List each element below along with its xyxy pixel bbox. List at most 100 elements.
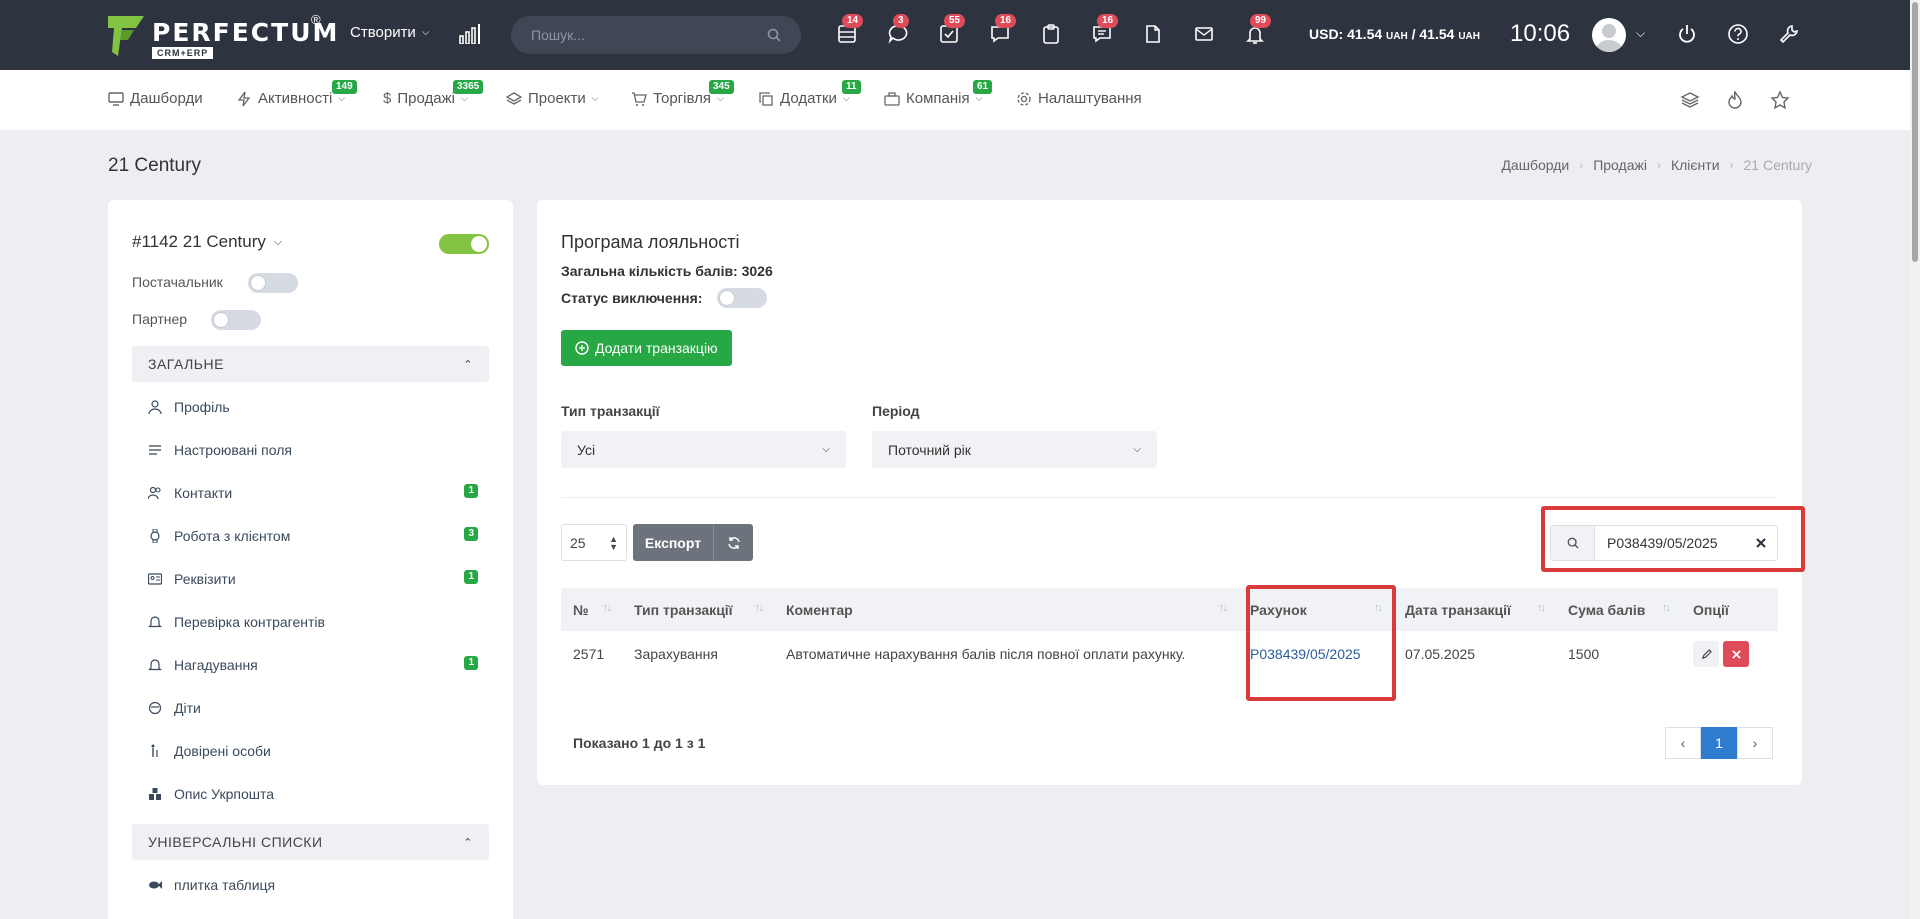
scrollbar-thumb[interactable] [1912,2,1918,262]
fire-icon[interactable] [1725,90,1745,110]
help-icon[interactable] [1726,22,1750,46]
sidebar-item-tile-table[interactable]: плитка таблиця [148,874,478,896]
currency-usd-value: USD: 41.54 [1309,26,1383,42]
page-button[interactable]: 1 [1701,727,1737,759]
add-transaction-button[interactable]: Додати транзакцію [561,330,732,366]
client-title[interactable]: #1142 21 Century ⌵ [132,232,282,252]
next-page-button[interactable]: › [1737,727,1773,759]
page-scrollbar[interactable] [1910,0,1920,919]
wrench-icon[interactable] [1777,22,1801,46]
section-universal-lists[interactable]: УНІВЕРСАЛЬНІ СПИСКИ ⌃ [132,824,489,860]
chevron-down-icon: ⌵ [273,235,283,248]
sidebar-item-counterparty-check[interactable]: Перевірка контрагентів [148,611,478,633]
menu-badge: 3 [464,527,478,541]
chevron-down-icon: ⌵ [716,93,724,103]
chevron-down-icon[interactable]: ⌵ [1636,26,1645,41]
sidebar-item-client-work[interactable]: Робота з клієнтом 3 [148,525,478,547]
nav-item-dashboards[interactable]: Дашборди [108,90,203,107]
sidebar-item-profile[interactable]: Профіль [148,396,478,418]
sidebar-item-trusted-persons[interactable]: Довірені особи [148,740,478,762]
col-date[interactable]: Дата транзакції ↑↓ [1393,588,1556,631]
sidebar-item-ukrposhta[interactable]: Опис Укрпошта [148,783,478,805]
breadcrumb-current: 21 Century [1743,157,1812,173]
table-search-input[interactable]: P038439/05/2025 [1595,526,1745,560]
mail-icon[interactable] [1192,22,1216,46]
col-invoice[interactable]: Рахунок ↑↓ [1238,588,1393,631]
chevron-down-icon: ⌵ [1133,444,1141,455]
sidebar-item-label: Нагадування [174,657,258,673]
messages-icon[interactable]: 16 [1090,14,1119,46]
period-select[interactable]: Поточний рік ⌵ [872,431,1157,468]
cell-date: 07.05.2025 [1405,646,1476,662]
exclusion-status-toggle[interactable] [717,288,767,308]
sidebar-item-requisites[interactable]: Реквізити 1 [148,568,478,590]
briefcase-icon [884,91,900,106]
currency-sell-value: / 41.54 [1411,26,1455,42]
period-value: Поточний рік [888,441,971,458]
close-icon[interactable] [1745,526,1777,560]
col-sum[interactable]: Сума балів ↑↓ [1556,588,1681,631]
nav-item-sales[interactable]: $ Продажі ⌵ 3365 [383,80,484,107]
create-dropdown-button[interactable]: Створити ⌵ [350,24,429,41]
nav-item-projects[interactable]: Проекти ⌵ [506,90,599,107]
nav-badge: 11 [842,80,861,94]
chevron-left-icon: ‹ [1680,735,1686,751]
per-page-select[interactable]: 25 ▲ ▼ [561,524,627,561]
col-type[interactable]: Тип транзакції ↑↓ [622,588,774,631]
chat-icon[interactable]: 3 [886,14,910,46]
delete-button[interactable] [1723,641,1749,667]
transaction-type-select[interactable]: Усі ⌵ [561,431,846,468]
lightning-icon [237,91,251,106]
section-general[interactable]: ЗАГАЛЬНЕ ⌃ [132,346,489,382]
nav-badge: 149 [332,80,357,94]
breadcrumb-dashboards[interactable]: Дашборди [1501,157,1569,173]
export-button[interactable]: Експорт [633,524,713,561]
transactions-table: № ↑↓ Тип транзакції ↑↓ Коментар ↑↓ Рахунок ↑… [561,588,1778,677]
sidebar-item-reminders[interactable]: Нагадування 1 [148,654,478,676]
currency-unit-1: UAH [1386,31,1408,42]
document-icon[interactable] [1141,22,1165,46]
invoice-link[interactable]: P038439/05/2025 [1250,646,1361,662]
add-transaction-label: Додати транзакцію [595,340,718,356]
partner-toggle[interactable] [211,310,261,330]
copy-icon [759,91,773,106]
sidebar-item-children[interactable]: Діти [148,697,478,719]
search-icon [1551,526,1595,560]
col-comment[interactable]: Коментар ↑↓ [774,588,1238,631]
checkbox-icon[interactable]: 55 [937,14,966,46]
nav-item-company[interactable]: Компанія ⌵ 61 [884,80,993,107]
sidebar-item-contacts[interactable]: Контакти 1 [148,482,478,504]
nav-item-trade[interactable]: Торгівля ⌵ 345 [631,80,734,107]
prev-page-button[interactable]: ‹ [1665,727,1701,759]
col-number[interactable]: № ↑↓ [561,588,622,631]
breadcrumb-sales[interactable]: Продажі [1593,157,1647,173]
layers-icon[interactable] [1680,90,1700,110]
tasks-list-icon[interactable]: 14 [835,14,864,46]
cart-icon [632,91,647,106]
breadcrumb-clients[interactable]: Клієнти [1671,157,1720,173]
power-icon[interactable] [1675,22,1699,46]
search-icon[interactable] [767,28,781,42]
chevron-down-icon: ⌵ [842,93,850,103]
table-search[interactable]: P038439/05/2025 [1550,525,1778,561]
global-search-input[interactable] [531,27,767,43]
nav-item-addons[interactable]: Додатки ⌵ 11 [758,80,861,107]
supplier-toggle[interactable] [248,273,298,293]
client-active-toggle[interactable] [439,234,489,254]
bar-chart-icon[interactable] [459,24,481,44]
bell-icon[interactable]: 99 [1243,14,1272,46]
comments-icon[interactable]: 16 [988,14,1017,46]
nav-item-settings[interactable]: Налаштування [1016,90,1142,107]
nav-item-activities[interactable]: Активності ⌵ 149 [236,80,357,107]
dollar-icon: $ [383,90,392,107]
avatar[interactable] [1592,18,1626,52]
chevron-down-icon: ⌵ [822,444,830,455]
nav-label: Торгівля [653,90,711,107]
star-icon[interactable] [1770,90,1790,110]
perfectum-logo[interactable]: PERFECTUM ® CRM+ERP [108,12,337,60]
sidebar-item-custom-fields[interactable]: Настроювані поля [148,439,478,461]
refresh-button[interactable] [713,524,753,561]
clipboard-icon[interactable] [1039,22,1063,46]
global-search[interactable] [511,16,801,54]
edit-button[interactable] [1693,641,1719,667]
